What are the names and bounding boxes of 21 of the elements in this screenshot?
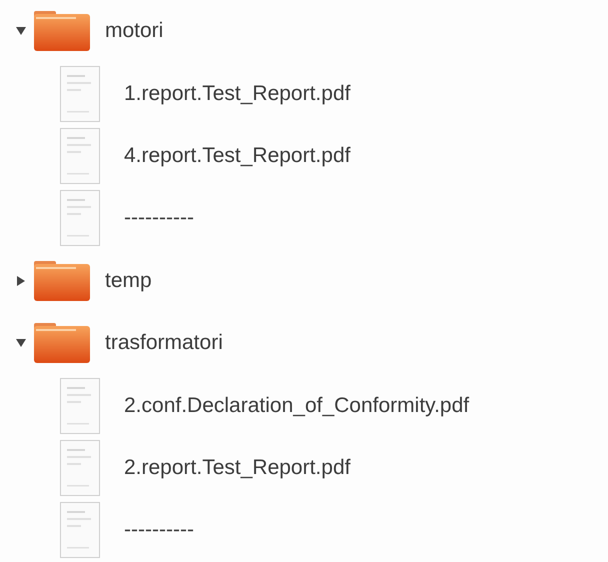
file-label[interactable]: 2.conf.Declaration_of_Conformity.pdf bbox=[124, 394, 470, 418]
folder-icon bbox=[33, 322, 91, 364]
file-label[interactable]: 4.report.Test_Report.pdf bbox=[124, 144, 350, 168]
file-label[interactable]: ---------- bbox=[124, 206, 194, 230]
document-icon bbox=[60, 440, 100, 496]
folder-label[interactable]: motori bbox=[105, 19, 164, 44]
expand-arrow-icon[interactable] bbox=[16, 276, 26, 286]
folder-icon bbox=[33, 10, 91, 52]
folder-label[interactable]: temp bbox=[105, 268, 152, 293]
collapse-arrow-icon[interactable] bbox=[16, 338, 26, 348]
document-icon bbox=[60, 190, 100, 246]
document-icon bbox=[60, 66, 100, 122]
document-icon bbox=[60, 502, 100, 558]
folder-label[interactable]: trasformatori bbox=[105, 331, 223, 356]
file-label[interactable]: 2.report.Test_Report.pdf bbox=[124, 456, 350, 480]
file-label[interactable]: 1.report.Test_Report.pdf bbox=[124, 82, 350, 106]
collapse-arrow-icon[interactable] bbox=[16, 26, 26, 36]
document-icon bbox=[60, 378, 100, 434]
folder-icon bbox=[33, 260, 91, 302]
document-icon bbox=[60, 128, 100, 184]
file-label[interactable]: ---------- bbox=[124, 518, 194, 542]
